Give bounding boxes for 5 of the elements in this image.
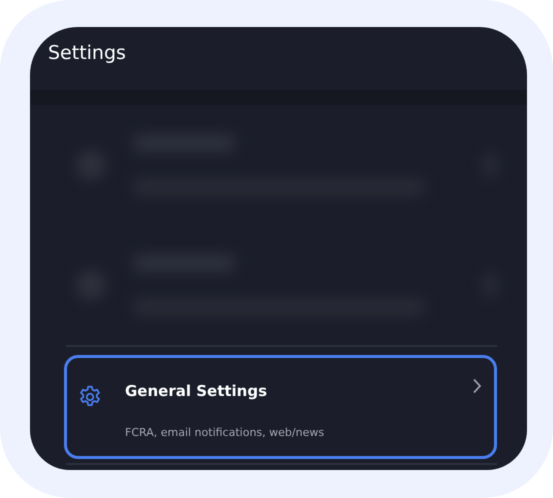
item-description: FCRA, email notifications, web/news — [125, 426, 326, 439]
screen-title: Settings — [48, 42, 126, 64]
chevron-right-icon — [472, 378, 482, 394]
settings-item[interactable]: General Settings FCRA, email notifications, web/news — [64, 355, 497, 459]
item-title: General Settings — [125, 382, 268, 400]
